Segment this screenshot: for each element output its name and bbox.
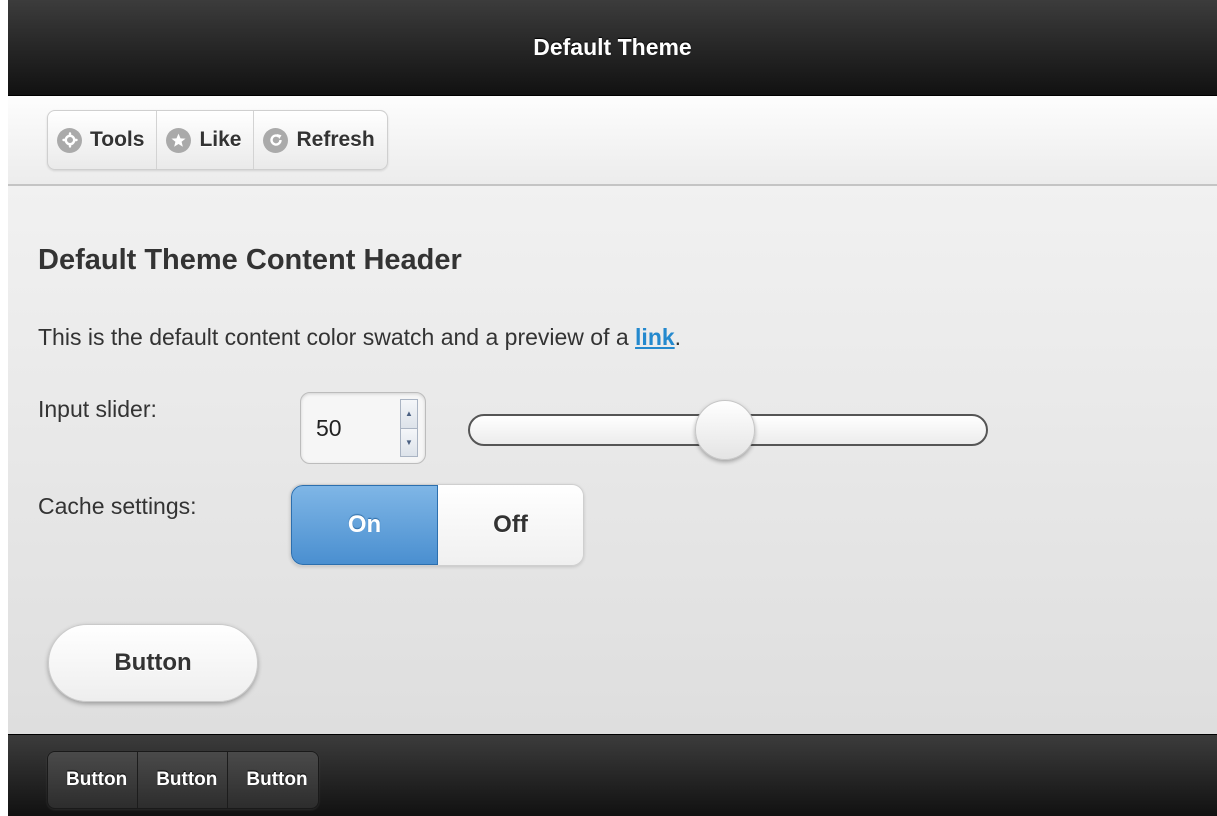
star-icon <box>166 127 192 153</box>
toolbar: Tools Like Refresh <box>8 96 1217 186</box>
like-button-label: Like <box>199 128 242 151</box>
footer-button-1[interactable]: Button <box>48 752 139 808</box>
header-bar: Default Theme <box>8 0 1217 96</box>
footer-button-group: Button Button Button <box>47 751 319 809</box>
content-text-prefix: This is the default content color swatch… <box>38 324 636 350</box>
content-button[interactable]: Button <box>48 624 258 702</box>
preview-link[interactable]: link <box>635 324 675 350</box>
slider-number-input[interactable]: 50 ▲ ▼ <box>300 392 426 464</box>
tools-button-label: Tools <box>90 128 145 151</box>
slider-label: Input slider: <box>38 396 157 422</box>
toolbar-button-group: Tools Like Refresh <box>47 110 388 170</box>
spin-up-button[interactable]: ▲ <box>400 399 418 429</box>
spin-down-button[interactable]: ▼ <box>400 428 418 457</box>
content-header: Default Theme Content Header <box>38 244 462 276</box>
footer-bar: Button Button Button <box>8 734 1217 816</box>
content-area: Default Theme Content Header This is the… <box>8 186 1217 734</box>
slider-value: 50 <box>316 415 342 441</box>
content-text: This is the default content color swatch… <box>38 324 681 351</box>
page-title: Default Theme <box>533 34 692 60</box>
slider-spinner: ▲ ▼ <box>400 399 418 457</box>
refresh-button-label: Refresh <box>296 128 375 151</box>
slider-handle[interactable] <box>695 400 755 460</box>
tools-button[interactable]: Tools <box>48 111 158 169</box>
cache-settings-label: Cache settings: <box>38 493 197 519</box>
gear-icon <box>57 127 82 153</box>
refresh-button[interactable]: Refresh <box>254 111 386 169</box>
footer-button-3[interactable]: Button <box>228 752 318 808</box>
content-text-suffix: . <box>674 324 682 350</box>
like-button[interactable]: Like <box>157 111 255 169</box>
footer-button-2[interactable]: Button <box>138 752 229 808</box>
toggle-off-option[interactable]: Off <box>438 485 583 565</box>
page: Default Theme Tools Like Refresh Default… <box>8 0 1217 816</box>
refresh-icon <box>263 127 289 153</box>
toggle-on-option[interactable]: On <box>291 485 438 565</box>
cache-settings-toggle[interactable]: On Off <box>290 484 584 566</box>
